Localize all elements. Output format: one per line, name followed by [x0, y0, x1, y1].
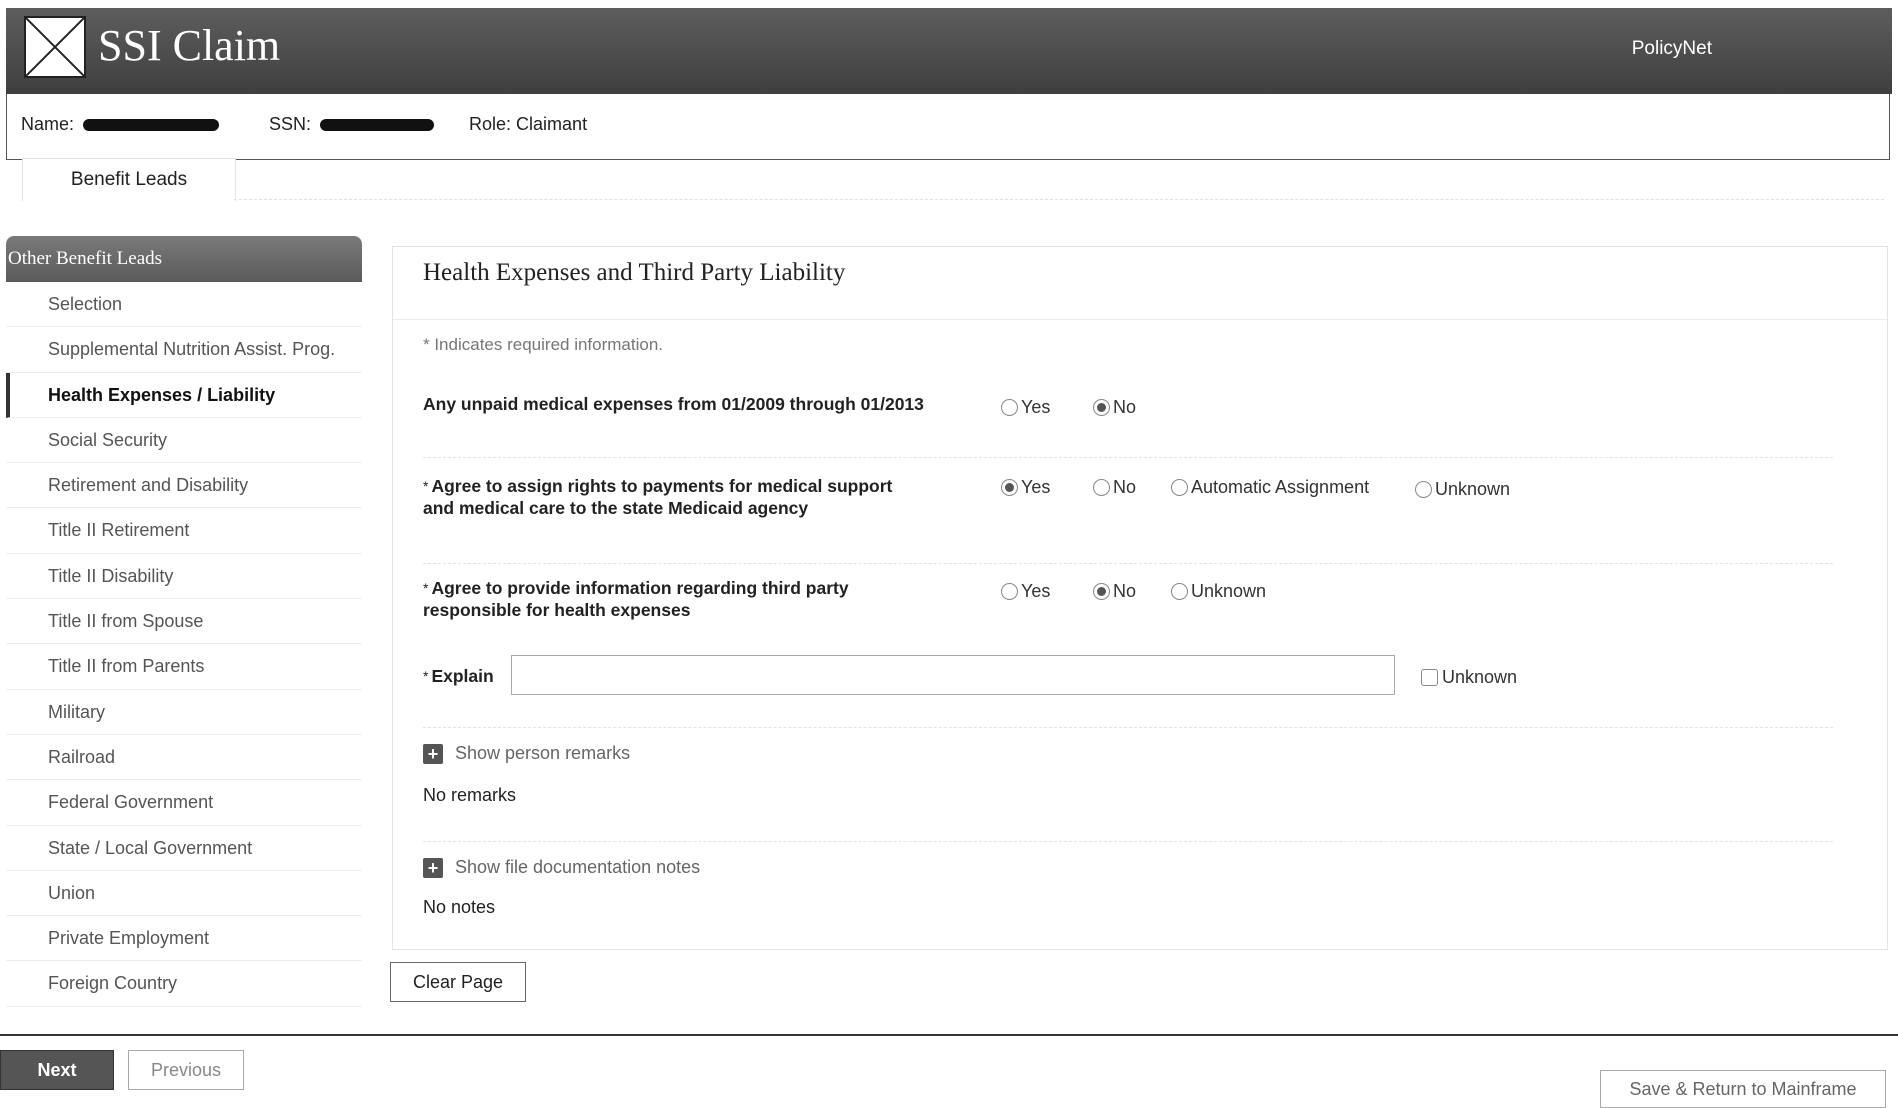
sidebar-item-retirement-disability[interactable]: Retirement and Disability [6, 463, 362, 509]
option-label: Automatic Assignment [1191, 477, 1370, 497]
required-star: * [423, 668, 429, 684]
radio-icon[interactable] [1001, 399, 1018, 416]
q2-option-yes[interactable]: Yes [1001, 477, 1050, 498]
question-unpaid-medical: Any unpaid medical expenses from 01/2009… [423, 393, 924, 415]
explain-label: * Explain [423, 666, 494, 686]
sidebar-nav: Selection Supplemental Nutrition Assist.… [6, 282, 362, 1007]
page-title: Health Expenses and Third Party Liabilit… [423, 259, 846, 286]
separator [423, 841, 1833, 842]
policynet-link[interactable]: PolicyNet [1632, 38, 1712, 60]
radio-icon[interactable] [1171, 583, 1188, 600]
explain-input[interactable] [511, 655, 1395, 695]
footer-divider [0, 1034, 1898, 1036]
show-person-remarks-toggle[interactable]: + Show person remarks [423, 743, 630, 764]
app-title: SSI Claim [98, 21, 281, 70]
question-text-line1: Agree to provide information regarding t… [431, 578, 849, 598]
question-text: Any unpaid medical expenses from 01/2009… [423, 394, 924, 414]
ssn-label: SSN: [269, 114, 312, 134]
claimant-name: Name: [21, 114, 220, 135]
tab-benefit-leads[interactable]: Benefit Leads [22, 158, 236, 201]
next-button[interactable]: Next [0, 1050, 114, 1090]
sidebar: Other Benefit Leads Selection Supplement… [6, 236, 362, 1007]
option-label: Yes [1021, 397, 1051, 417]
option-label: No [1113, 581, 1137, 601]
toggle-label: Show person remarks [455, 743, 631, 763]
sidebar-title: Other Benefit Leads [6, 236, 362, 282]
role-label: Role: [469, 114, 512, 134]
option-label: No [1113, 397, 1137, 417]
tab-divider [234, 199, 1884, 200]
q3-option-yes[interactable]: Yes [1001, 581, 1050, 602]
sidebar-item-title-ii-retirement[interactable]: Title II Retirement [6, 508, 362, 554]
sidebar-item-title-ii-spouse[interactable]: Title II from Spouse [6, 599, 362, 645]
claimant-role: Role: Claimant [469, 114, 587, 135]
radio-selected-icon[interactable] [1001, 479, 1018, 496]
notes-text: No notes [423, 897, 496, 917]
expand-plus-icon[interactable]: + [423, 857, 443, 878]
question-text-line2: responsible for health expenses [423, 600, 691, 620]
option-label: No [1113, 477, 1137, 497]
radio-icon[interactable] [1415, 481, 1432, 498]
redacted-name [83, 119, 220, 132]
show-documentation-notes-toggle[interactable]: + Show file documentation notes [423, 857, 700, 878]
option-label: Unknown [1435, 479, 1511, 499]
question-text-line2: and medical care to the state Medicaid a… [423, 498, 809, 518]
radio-selected-icon[interactable] [1093, 583, 1110, 600]
sidebar-item-social-security[interactable]: Social Security [6, 418, 362, 464]
question-text-line1: Agree to assign rights to payments for m… [431, 476, 893, 496]
sidebar-item-title-ii-parents[interactable]: Title II from Parents [6, 644, 362, 690]
required-star: * [423, 478, 429, 494]
remarks-text: No remarks [423, 785, 517, 805]
redacted-ssn [320, 119, 435, 132]
sidebar-item-foreign-country[interactable]: Foreign Country [6, 961, 362, 1007]
checkbox-label: Unknown [1442, 667, 1518, 687]
sidebar-item-title-ii-disability[interactable]: Title II Disability [6, 554, 362, 600]
sidebar-item-state-local-government[interactable]: State / Local Government [6, 826, 362, 871]
q1-option-yes[interactable]: Yes [1001, 397, 1050, 418]
radio-icon[interactable] [1171, 479, 1188, 496]
radio-selected-icon[interactable] [1093, 399, 1110, 416]
toggle-label: Show file documentation notes [455, 857, 701, 877]
option-label: Yes [1021, 477, 1051, 497]
title-divider [393, 319, 1887, 320]
required-note: * Indicates required information. [423, 335, 664, 354]
sidebar-item-railroad[interactable]: Railroad [6, 735, 362, 781]
name-label: Name: [21, 114, 75, 134]
option-label: Unknown [1191, 581, 1267, 601]
claimant-ssn: SSN: [269, 114, 435, 135]
question-third-party: * Agree to provide information regarding … [423, 577, 849, 621]
clear-page-button[interactable]: Clear Page [390, 962, 526, 1002]
q1-option-no[interactable]: No [1093, 397, 1136, 418]
q3-option-no[interactable]: No [1093, 581, 1136, 602]
q2-option-no[interactable]: No [1093, 477, 1136, 498]
sidebar-item-federal-government[interactable]: Federal Government [6, 780, 362, 826]
main-panel: Health Expenses and Third Party Liabilit… [392, 246, 1888, 950]
sidebar-item-selection[interactable]: Selection [6, 282, 362, 328]
q2-option-unknown[interactable]: Unknown [1415, 479, 1510, 500]
required-star: * [423, 580, 429, 596]
question-assign-rights: * Agree to assign rights to payments for … [423, 475, 892, 519]
claimant-info-bar: Name: SSN: Role: Claimant [6, 94, 1890, 160]
sidebar-item-snap[interactable]: Supplemental Nutrition Assist. Prog. [6, 327, 362, 373]
sidebar-item-private-employment[interactable]: Private Employment [6, 916, 362, 962]
previous-button[interactable]: Previous [128, 1050, 244, 1090]
separator [423, 563, 1833, 564]
sidebar-item-military[interactable]: Military [6, 690, 362, 735]
expand-plus-icon[interactable]: + [423, 743, 443, 764]
radio-icon[interactable] [1093, 479, 1110, 496]
app-logo-icon [24, 16, 86, 78]
option-label: Yes [1021, 581, 1051, 601]
q2-option-automatic-assignment[interactable]: Automatic Assignment [1171, 477, 1369, 498]
save-return-mainframe-button[interactable]: Save & Return to Mainframe [1600, 1070, 1886, 1108]
sidebar-item-health-expenses[interactable]: Health Expenses / Liability [6, 372, 362, 418]
q3-option-unknown[interactable]: Unknown [1171, 581, 1266, 602]
separator [423, 457, 1833, 458]
separator [423, 727, 1833, 728]
checkbox-icon[interactable] [1421, 669, 1438, 686]
app-header: SSI Claim PolicyNet [6, 8, 1892, 94]
radio-icon[interactable] [1001, 583, 1018, 600]
explain-unknown-checkbox[interactable]: Unknown [1421, 667, 1517, 688]
role-value: Claimant [516, 114, 588, 134]
sidebar-item-union[interactable]: Union [6, 871, 362, 917]
